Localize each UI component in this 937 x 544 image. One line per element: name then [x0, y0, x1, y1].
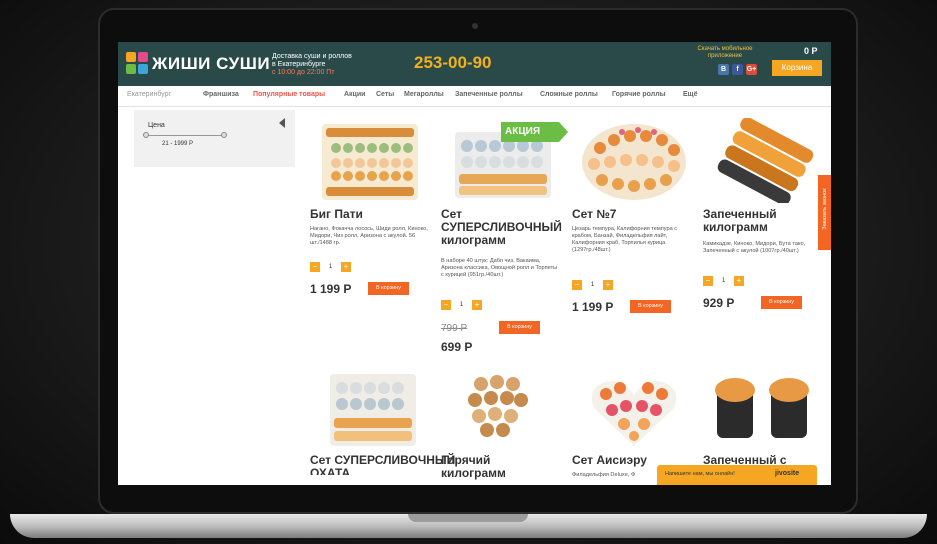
add-to-cart-button[interactable]: В корзину	[630, 300, 671, 313]
add-to-cart-button[interactable]: В корзину	[368, 282, 409, 295]
add-to-cart-button[interactable]: В корзину	[761, 296, 802, 309]
quantity-stepper: − 1 +	[310, 262, 370, 272]
nav-item-sets[interactable]: Сеты	[376, 91, 394, 98]
nav-item-megarolls[interactable]: Мегароллы	[404, 91, 444, 98]
quantity-value[interactable]: 1	[321, 262, 340, 272]
cart-sum: 0 Р	[804, 46, 818, 56]
product-name[interactable]: Горячий килограмм	[441, 454, 541, 480]
callback-button[interactable]: Заказать звонок	[818, 175, 831, 250]
product-name-line-2[interactable]: ОХАТА	[310, 467, 445, 475]
delivery-hours: с 10:00 до 22:00 Пт	[272, 69, 335, 76]
quantity-value[interactable]: 1	[714, 276, 733, 286]
product-image[interactable]	[310, 118, 440, 203]
nav-item-promos[interactable]: Акции	[344, 91, 365, 98]
product-image[interactable]	[441, 366, 571, 451]
add-to-cart-button[interactable]: В корзину	[499, 321, 540, 334]
price-slider-max-handle[interactable]	[221, 132, 227, 138]
quantity-value[interactable]: 1	[452, 300, 471, 310]
chat-widget[interactable]: Напишите нам, мы онлайн! jivosite	[657, 465, 817, 485]
delivery-info: Доставка суши и роллов в Екатеринбурге с…	[272, 53, 382, 77]
nav-item-popular[interactable]: Популярные товары	[253, 91, 325, 98]
decrease-button[interactable]: −	[310, 262, 320, 272]
product-image[interactable]	[572, 366, 702, 451]
laptop-notch	[408, 514, 528, 522]
product-price: 1 199 Р	[572, 300, 614, 314]
decrease-button[interactable]: −	[441, 300, 451, 310]
product-name[interactable]: Биг Пати	[310, 208, 445, 221]
quantity-stepper: − 1 +	[703, 276, 763, 286]
nav-item-franchise[interactable]: Франшиза	[203, 91, 239, 98]
quantity-stepper: − 1 +	[572, 280, 632, 290]
price-filter: Цена 21 - 1999 Р	[134, 110, 295, 167]
main-nav: Екатеринбург Франшиза Популярные товары …	[118, 86, 831, 107]
callback-label: Заказать звонок	[822, 188, 828, 230]
product-old-price: 799 Р	[441, 323, 468, 334]
phone-number[interactable]: 253-00-90	[414, 53, 492, 73]
facebook-icon[interactable]: f	[732, 64, 743, 75]
site-header: ЖИШИ СУШИ Доставка суши и роллов в Екате…	[118, 42, 831, 86]
product-name[interactable]: Сет №7	[572, 208, 707, 221]
product-image[interactable]	[703, 366, 831, 451]
delivery-line-1: Доставка суши и роллов	[272, 53, 352, 60]
chat-prompt: Напишите нам, мы онлайн!	[665, 471, 735, 477]
decrease-button[interactable]: −	[703, 276, 713, 286]
browser-screen: ЖИШИ СУШИ Доставка суши и роллов в Екате…	[118, 42, 831, 485]
google-plus-icon[interactable]: G+	[746, 64, 757, 75]
vk-icon[interactable]: В	[718, 64, 729, 75]
brand-name[interactable]: ЖИШИ СУШИ	[152, 54, 270, 74]
nav-item-more[interactable]: Ещё	[683, 91, 697, 98]
product-description: Камикадзе, Киноко, Мидори, Бута тако, За…	[703, 241, 806, 254]
chat-brand: jivosite	[775, 470, 800, 477]
price-range-value: 21 - 1999 Р	[162, 141, 194, 147]
product-description: Цезарь темпура, Калифорния темпура с кра…	[572, 226, 678, 253]
product-image[interactable]	[572, 118, 702, 203]
product-price: 929 Р	[703, 296, 735, 310]
price-slider-track[interactable]	[146, 135, 224, 136]
decrease-button[interactable]: −	[572, 280, 582, 290]
price-filter-label: Цена	[148, 122, 165, 129]
product-image[interactable]	[703, 118, 831, 203]
increase-button[interactable]: +	[341, 262, 351, 272]
product-description: Нагано, Фокачча лосось, Шиди ролл, Кинок…	[310, 226, 428, 246]
city-selector[interactable]: Екатеринбург	[127, 91, 171, 98]
nav-item-baked-rolls[interactable]: Запеченные роллы	[455, 91, 523, 98]
camera-dot	[472, 23, 478, 29]
product-name[interactable]: Запеченный килограмм	[703, 208, 823, 234]
nav-item-complex-rolls[interactable]: Сложные роллы	[540, 91, 598, 98]
nav-item-hot-rolls[interactable]: Горячие роллы	[612, 91, 666, 98]
increase-button[interactable]: +	[603, 280, 613, 290]
product-price: 699 Р	[441, 340, 473, 354]
quantity-value[interactable]: 1	[583, 280, 602, 290]
product-description: В наборе 40 штук: Дабл чиз, Вакаима, Ари…	[441, 258, 558, 278]
product-name[interactable]: Сет СУПЕРСЛИВОЧНЫЙ килограмм	[441, 208, 576, 247]
increase-button[interactable]: +	[472, 300, 482, 310]
quantity-stepper: − 1 +	[441, 300, 501, 310]
logo-icon[interactable]	[126, 52, 148, 74]
collapse-arrow-icon[interactable]	[279, 118, 285, 128]
mobile-app-link[interactable]: Скачать мобильное приложение	[690, 46, 760, 60]
price-slider-min-handle[interactable]	[143, 132, 149, 138]
product-price: 1 199 Р	[310, 282, 352, 296]
product-image[interactable]	[310, 366, 440, 451]
product-name[interactable]: Сет СУПЕРСЛИВОЧНЫЙ	[310, 454, 455, 467]
increase-button[interactable]: +	[734, 276, 744, 286]
cart-button[interactable]: Корзина	[772, 60, 822, 76]
promo-badge: АКЦИЯ	[501, 122, 568, 142]
delivery-line-2: в Екатеринбурге	[272, 61, 326, 68]
